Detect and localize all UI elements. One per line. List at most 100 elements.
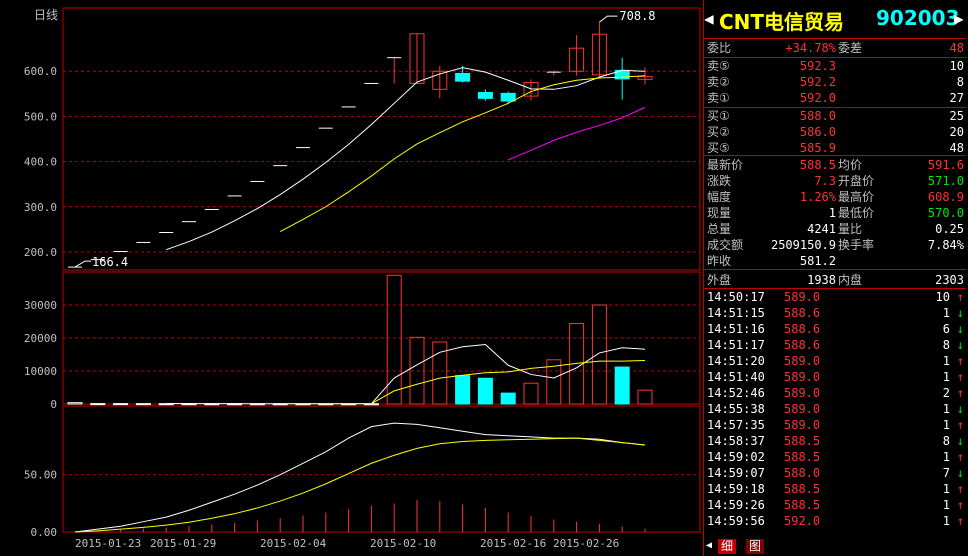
tick-time: 14:51:40	[707, 370, 765, 384]
tick-row: 14:51:40 589.0 1 ↑	[704, 369, 966, 385]
tab-chart[interactable]: 图	[746, 539, 765, 554]
tab-detail[interactable]: 细	[718, 539, 737, 554]
max-price-label: 708.8	[619, 9, 655, 23]
waipan-row: 外盘 1938 内盘 2303	[704, 272, 966, 288]
weicha-label: 委差	[838, 41, 863, 55]
ask-label: 卖②	[707, 75, 730, 89]
ask-label: 卖①	[707, 91, 730, 105]
tick-price: 588.6	[784, 322, 821, 336]
stat-value: 608.9	[927, 190, 964, 204]
tick-price: 588.5	[784, 434, 821, 448]
tick-time: 14:59:18	[707, 482, 765, 496]
x-tick-label: 2015-02-04	[260, 537, 327, 550]
x-tick-label: 2015-02-16	[480, 537, 546, 550]
volume-bar	[135, 403, 151, 406]
webi-label: 委比	[707, 41, 732, 55]
stat-label: 量比	[838, 222, 863, 236]
bid-price: 585.9	[799, 141, 836, 155]
bid-row: 买② 586.0 20	[704, 124, 966, 140]
price-tick-label: 500.0	[24, 110, 57, 123]
tick-price: 589.0	[784, 402, 821, 416]
volume-tick-label: 10000	[24, 365, 57, 378]
stock-name: CNT电信贸易	[719, 10, 845, 34]
volume-bar	[386, 274, 402, 405]
tick-row: 14:58:37 588.5 8 ↓	[704, 433, 966, 449]
tick-row: 14:55:38 589.0 1 ↓	[704, 401, 966, 417]
weicha-value: 48	[949, 41, 964, 55]
tick-time: 14:52:46	[707, 386, 765, 400]
arrow-down-icon: ↓	[956, 322, 964, 336]
tick-price: 588.5	[784, 482, 821, 496]
next-stock-arrow-icon[interactable]: ▶	[954, 9, 964, 28]
tick-time: 14:51:20	[707, 354, 765, 368]
indicator-tick-label: 50.00	[24, 469, 57, 482]
volume-bar	[67, 402, 83, 405]
x-tick-label: 2015-02-26	[553, 537, 619, 550]
bid-label: 买②	[707, 125, 730, 139]
arrow-up-icon: ↑	[956, 290, 964, 304]
stat-row: 最新价 588.5 均价 591.6	[704, 157, 966, 173]
stat-label: 最高价	[838, 190, 875, 204]
volume-bar	[523, 382, 539, 405]
candle-body	[500, 92, 516, 102]
tab-left-arrow-icon[interactable]: ◀	[706, 540, 712, 551]
stat-row: 昨收 581.2	[704, 253, 966, 269]
tick-time: 14:58:37	[707, 434, 765, 448]
arrow-down-icon: ↓	[956, 402, 964, 416]
prev-stock-arrow-icon[interactable]: ◀	[704, 9, 714, 28]
tick-row: 14:51:15 588.6 1 ↓	[704, 305, 966, 321]
ask-row: 卖⑤ 592.3 10	[704, 58, 966, 74]
arrow-down-icon: ↓	[956, 434, 964, 448]
stock-code: 902003	[876, 6, 960, 30]
price-tick-label: 200.0	[24, 246, 57, 259]
waipan-label: 外盘	[707, 273, 732, 287]
tick-price: 588.6	[784, 338, 821, 352]
volume-tick-label: 20000	[24, 332, 57, 345]
stat-label: 涨跌	[707, 174, 732, 188]
volume-bar	[500, 392, 516, 405]
tick-price: 592.0	[784, 514, 821, 528]
bid-label: 买⑤	[707, 141, 730, 155]
webi-value: +34.78%	[785, 41, 836, 55]
tick-time: 14:50:17	[707, 290, 765, 304]
ask-volume: 10	[949, 59, 964, 73]
candle-body	[455, 73, 471, 82]
tick-volume: 2	[942, 386, 950, 400]
bid-price: 588.0	[799, 109, 836, 123]
arrow-down-icon: ↓	[956, 306, 964, 320]
tick-row: 14:59:02 588.5 1 ↑	[704, 449, 966, 465]
stat-label: 均价	[838, 158, 863, 172]
stat-row: 总量 4241 量比 0.25	[704, 221, 966, 237]
tick-time: 14:59:56	[707, 514, 765, 528]
tick-time: 14:59:02	[707, 450, 765, 464]
tick-row: 14:51:20 589.0 1 ↑	[704, 353, 966, 369]
tick-price: 588.5	[784, 498, 821, 512]
tick-volume: 1	[942, 498, 950, 512]
tick-price: 588.0	[784, 466, 821, 480]
tick-time: 14:51:16	[707, 322, 765, 336]
tick-time: 14:57:35	[707, 418, 765, 432]
stat-value: 7.84%	[927, 238, 964, 252]
price-tick-label: 600.0	[24, 65, 57, 78]
volume-bar	[591, 304, 607, 405]
ask-volume: 8	[956, 75, 964, 89]
kline-chart[interactable]: 200.0 300.0 400.0 500.0 600.0 0 10000 20000 3000…	[0, 0, 703, 556]
bid-row: 买⑤ 585.9 48	[704, 140, 966, 156]
volume-bar	[477, 377, 493, 405]
tick-volume: 8	[942, 338, 950, 352]
tick-price: 589.0	[784, 386, 821, 400]
volume-ma5-line	[166, 343, 646, 405]
price-tick-label: 300.0	[24, 201, 57, 214]
stat-row: 幅度 1.26% 最高价 608.9	[704, 189, 966, 205]
tick-volume: 1	[942, 514, 950, 528]
volume-tick-label: 0	[50, 398, 57, 411]
stat-label: 昨收	[707, 254, 732, 268]
tick-time: 14:51:15	[707, 306, 765, 320]
tick-volume: 1	[942, 418, 950, 432]
stat-value: 0.25	[935, 222, 964, 236]
tick-time: 14:59:07	[707, 466, 765, 480]
stat-row: 现量 1 最低价 570.0	[704, 205, 966, 221]
tick-row: 14:51:17 588.6 8 ↓	[704, 337, 966, 353]
tick-row: 14:50:17 589.0 10 ↑	[704, 289, 966, 305]
stat-value: 588.5	[799, 158, 836, 172]
